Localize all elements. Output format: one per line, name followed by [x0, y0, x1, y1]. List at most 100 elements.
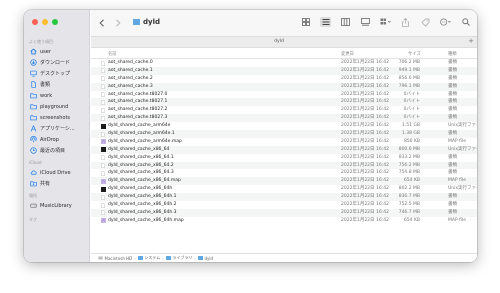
sidebar-item-playground[interactable]: playground	[28, 101, 88, 112]
file-date: 2022年1月22日 16:42	[341, 170, 389, 176]
table-row[interactable]: aot_shared_cache.t8027.3 2022年1月22日 16:42…	[91, 114, 477, 123]
column-kind-header[interactable]: 種類	[448, 51, 457, 57]
sidebar-item-user[interactable]: user	[28, 46, 88, 57]
drive-icon	[30, 202, 37, 209]
table-row[interactable]: dyld_shared_cache_arm64e 2022年1月22日 16:42…	[91, 122, 477, 130]
table-row[interactable]: dyld_shared_cache_x86_64h 2022年1月22日 16:4…	[91, 185, 477, 193]
drive-icon	[98, 256, 103, 261]
table-row[interactable]: dyld_shared_cache_x86_64.1 2022年1月22日 16:…	[91, 154, 477, 162]
file-date: 2022年1月22日 16:42	[341, 91, 389, 97]
document-icon	[101, 163, 105, 168]
tag-icon[interactable]	[420, 17, 431, 27]
file-name: dyld_shared_cache_x86_64h	[108, 186, 173, 192]
file-date: 2022年1月22日 16:42	[341, 194, 389, 200]
table-row[interactable]: aot_shared_cache.3 2022年1月22日 16:42 796.1 …	[91, 82, 477, 91]
document-icon	[101, 202, 105, 208]
new-tab-button[interactable]: +	[468, 37, 474, 45]
file-date: 2022年1月22日 16:42	[341, 138, 389, 144]
file-size: 796.1 MB	[398, 83, 420, 89]
list-view-icon[interactable]	[320, 17, 331, 27]
file-date: 2022年1月22日 16:42	[341, 209, 389, 215]
group-by-icon[interactable]	[380, 17, 391, 27]
forward-button[interactable]	[115, 19, 121, 29]
map-file-icon	[101, 218, 106, 224]
file-size: 802.2 MB	[398, 186, 420, 192]
shared-folder-icon	[30, 180, 37, 187]
breadcrumb-label: Macintosh HD	[104, 255, 133, 261]
sidebar-item-shared[interactable]: 共有	[28, 178, 88, 189]
gallery-view-icon[interactable]	[360, 17, 371, 27]
column-size-header[interactable]: サイズ	[408, 51, 421, 57]
file-kind: 書類	[448, 202, 457, 208]
file-name: dyld_shared_cache_x86_64.1	[108, 154, 174, 160]
sidebar-item-musiclibrary[interactable]: MusicLibrary	[28, 200, 88, 211]
file-kind: 書類	[448, 75, 457, 81]
executable-icon	[101, 147, 106, 153]
file-name: aot_shared_cache.t8027.0	[108, 91, 168, 97]
table-row[interactable]: dyld_shared_cache_x86_64h.2 2022年1月22日 16…	[91, 201, 477, 209]
table-row[interactable]: aot_shared_cache.1 2022年1月22日 16:42 949.1 …	[91, 66, 477, 75]
more-actions-icon[interactable]	[440, 17, 451, 27]
maximize-button[interactable]	[52, 19, 58, 25]
file-kind: 書類	[448, 115, 457, 121]
file-list: aot_shared_cache.0 2022年1月22日 16:42 706.2 …	[91, 59, 477, 225]
file-size: 0バイト	[403, 99, 420, 105]
table-row[interactable]: dyld_shared_cache_x86_64h.1 2022年1月22日 16…	[91, 193, 477, 202]
sidebar-item-screenshots[interactable]: screenshots	[28, 112, 88, 123]
document-icon	[30, 81, 37, 88]
file-date: 2022年1月22日 16:42	[341, 178, 389, 184]
table-row[interactable]: dyld_shared_cache_arm64e.1 2022年1月22日 16:…	[91, 130, 477, 138]
breadcrumb-label: dyld	[204, 255, 214, 261]
share-icon[interactable]	[400, 17, 411, 27]
sidebar-item-airdrop[interactable]: AirDrop	[28, 134, 88, 145]
sidebar-item-recents[interactable]: 最近の項目	[28, 145, 88, 156]
back-button[interactable]	[99, 19, 105, 29]
sidebar-item-icloud-drive[interactable]: iCloud Drive	[28, 167, 88, 178]
file-kind: Unix実行ファイル	[448, 146, 477, 152]
file-date: 2022年1月22日 16:42	[341, 115, 389, 121]
file-size: 833.2 MB	[398, 154, 420, 160]
column-view-icon[interactable]	[340, 17, 351, 27]
table-row[interactable]: dyld_shared_cache_x86_64.map 2022年1月22日 1…	[91, 177, 477, 186]
finder-window: よく使う項目 user ダウンロード デスクトップ 書類 work playgr…	[24, 10, 477, 262]
table-row[interactable]: dyld_shared_cache_arm64e.map 2022年1月22日 1…	[91, 138, 477, 146]
file-name: dyld_shared_cache_x86_64h.3	[108, 209, 177, 215]
table-row[interactable]: dyld_shared_cache_x86_64h.map 2022年1月22日 …	[91, 217, 477, 225]
file-size: 654 KB	[403, 217, 420, 223]
file-size: 0バイト	[403, 91, 420, 97]
search-icon[interactable]	[460, 17, 471, 27]
file-size: 856.6 MB	[398, 75, 420, 81]
sidebar-item-work[interactable]: work	[28, 90, 88, 101]
table-row[interactable]: aot_shared_cache.0 2022年1月22日 16:42 706.2 …	[91, 59, 477, 67]
breadcrumb-item[interactable]: システム	[137, 255, 160, 261]
table-row[interactable]: dyld_shared_cache_x86_64.3 2022年1月22日 16:…	[91, 169, 477, 177]
breadcrumb-item[interactable]: ライブラリ	[165, 255, 192, 261]
column-date-header[interactable]: 変更日	[341, 51, 354, 57]
file-name: aot_shared_cache.t8027.1	[108, 99, 168, 105]
table-row[interactable]: dyld_shared_cache_x86_64h.3 2022年1月22日 16…	[91, 208, 477, 217]
file-kind: MAP file	[448, 217, 466, 223]
minimize-button[interactable]	[42, 19, 48, 25]
tab-label[interactable]: dyld	[91, 39, 467, 44]
document-icon	[101, 107, 105, 113]
sidebar-item-desktop[interactable]: デスクトップ	[28, 68, 88, 79]
sidebar-item-downloads[interactable]: ダウンロード	[28, 57, 88, 68]
icon-view-icon[interactable]	[300, 17, 311, 27]
file-name: aot_shared_cache.t8027.2	[108, 107, 168, 113]
file-kind: 書類	[448, 154, 457, 160]
sidebar-section-header: よく使う項目	[29, 39, 53, 44]
table-row[interactable]: aot_shared_cache.t8027.2 2022年1月22日 16:42…	[91, 106, 477, 114]
file-name: aot_shared_cache.0	[108, 60, 153, 65]
table-row[interactable]: dyld_shared_cache_x86_64 2022年1月22日 16:42…	[91, 145, 477, 154]
file-size: 0バイト	[403, 107, 420, 113]
close-button[interactable]	[32, 19, 38, 25]
sidebar-item-documents[interactable]: 書類	[28, 79, 88, 90]
column-name-header[interactable]: 名前	[108, 51, 117, 57]
breadcrumb-item[interactable]: dyld	[197, 255, 214, 261]
table-row[interactable]: aot_shared_cache.t8027.0 2022年1月22日 16:42…	[91, 91, 477, 99]
breadcrumb-item[interactable]: Macintosh HD	[98, 256, 132, 261]
table-row[interactable]: aot_shared_cache.t8027.1 2022年1月22日 16:42…	[91, 98, 477, 107]
table-row[interactable]: dyld_shared_cache_x86_64.2 2022年1月22日 16:…	[91, 161, 477, 170]
table-row[interactable]: aot_shared_cache.2 2022年1月22日 16:42 856.6 …	[91, 75, 477, 83]
sidebar-item-applications[interactable]: アプリケーシ...	[28, 123, 88, 134]
